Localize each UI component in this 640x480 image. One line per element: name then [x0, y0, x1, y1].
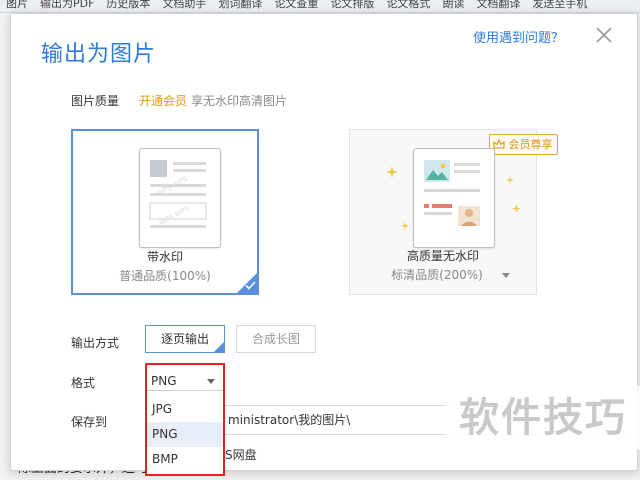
hd-doc-icon: [413, 148, 495, 248]
vip-desc: 享无水印高清图片: [191, 94, 288, 108]
sparkle-icon: [401, 222, 409, 230]
quality-dropdown-caret-icon[interactable]: [502, 273, 510, 278]
format-label: 格式: [71, 376, 96, 390]
long-image-button[interactable]: 合成长图: [236, 325, 316, 353]
chevron-down-icon: [207, 379, 215, 384]
toolbar-items: 图片 输出为PDF 历史版本 文档助手 划词翻译 论文查重 论文排版 论文格式 朗读 文档翻译 发送…: [0, 0, 593, 11]
selected-check-icon: [236, 272, 258, 294]
card-name: 高质量无水印: [406, 249, 479, 263]
watermark-doc-icon: WPS WPS WPS WPS: [139, 148, 221, 248]
quality-card-watermark[interactable]: WPS WPS WPS WPS 带水印 普通品质(100%): [71, 129, 259, 295]
sparkle-icon: [512, 204, 521, 213]
cloud-save-text[interactable]: S网盘: [225, 446, 257, 463]
site-watermark: 软件技巧: [446, 386, 640, 450]
toolbar-item[interactable]: 历史版本: [100, 0, 156, 11]
format-dropdown-list: JPG PNG BMP: [145, 390, 225, 476]
save-to-label: 保存到: [71, 415, 108, 429]
sparkle-icon: [386, 166, 398, 178]
card-sub: 普通品质(100%): [119, 269, 211, 283]
toolbar-item[interactable]: 输出为PDF: [34, 0, 100, 11]
close-icon[interactable]: [595, 26, 613, 44]
background-toolbar: 图片 输出为PDF 历史版本 文档助手 划词翻译 论文查重 论文排版 论文格式 朗读 文档翻译 发送…: [0, 0, 640, 13]
help-link[interactable]: 使用遇到问题？: [473, 27, 564, 46]
quality-card-hd[interactable]: 会员尊享 高质量无水印 标清品质(200%): [349, 129, 558, 295]
sparkle-icon: [506, 176, 514, 184]
toolbar-item[interactable]: 文档助手: [156, 0, 212, 11]
dialog-title: 输出为图片: [41, 42, 157, 67]
vip-link[interactable]: 开通会员: [139, 92, 187, 109]
format-option-png[interactable]: PNG: [146, 422, 224, 447]
vip-badge: 会员尊享: [489, 134, 558, 155]
format-option-jpg[interactable]: JPG: [146, 397, 224, 422]
toolbar-item[interactable]: 发送至手机: [526, 0, 593, 11]
selected-check-icon: [213, 341, 225, 353]
toolbar-item[interactable]: 论文排版: [324, 0, 380, 11]
crown-icon: [493, 138, 505, 149]
toolbar-item[interactable]: 文档翻译: [470, 0, 526, 11]
long-image-label: 合成长图: [251, 332, 300, 346]
quality-label: 图片质量: [71, 94, 120, 108]
card-name: 带水印: [146, 250, 183, 264]
page-by-page-label: 逐页输出: [160, 332, 209, 346]
toolbar-item[interactable]: 论文格式: [380, 0, 436, 11]
format-value: PNG: [151, 374, 177, 388]
page-by-page-button[interactable]: 逐页输出: [145, 325, 225, 353]
format-option-bmp[interactable]: BMP: [146, 447, 224, 472]
format-select[interactable]: PNG: [147, 370, 221, 392]
svg-text:WPS WPS: WPS WPS: [158, 204, 192, 227]
toolbar-item[interactable]: 划词翻译: [212, 0, 268, 11]
toolbar-item[interactable]: 论文查重: [268, 0, 324, 11]
vip-badge-label: 会员尊享: [508, 138, 553, 151]
toolbar-item[interactable]: 图片: [0, 0, 34, 11]
output-mode-label: 输出方式: [71, 336, 120, 350]
toolbar-item[interactable]: 朗读: [436, 0, 470, 11]
